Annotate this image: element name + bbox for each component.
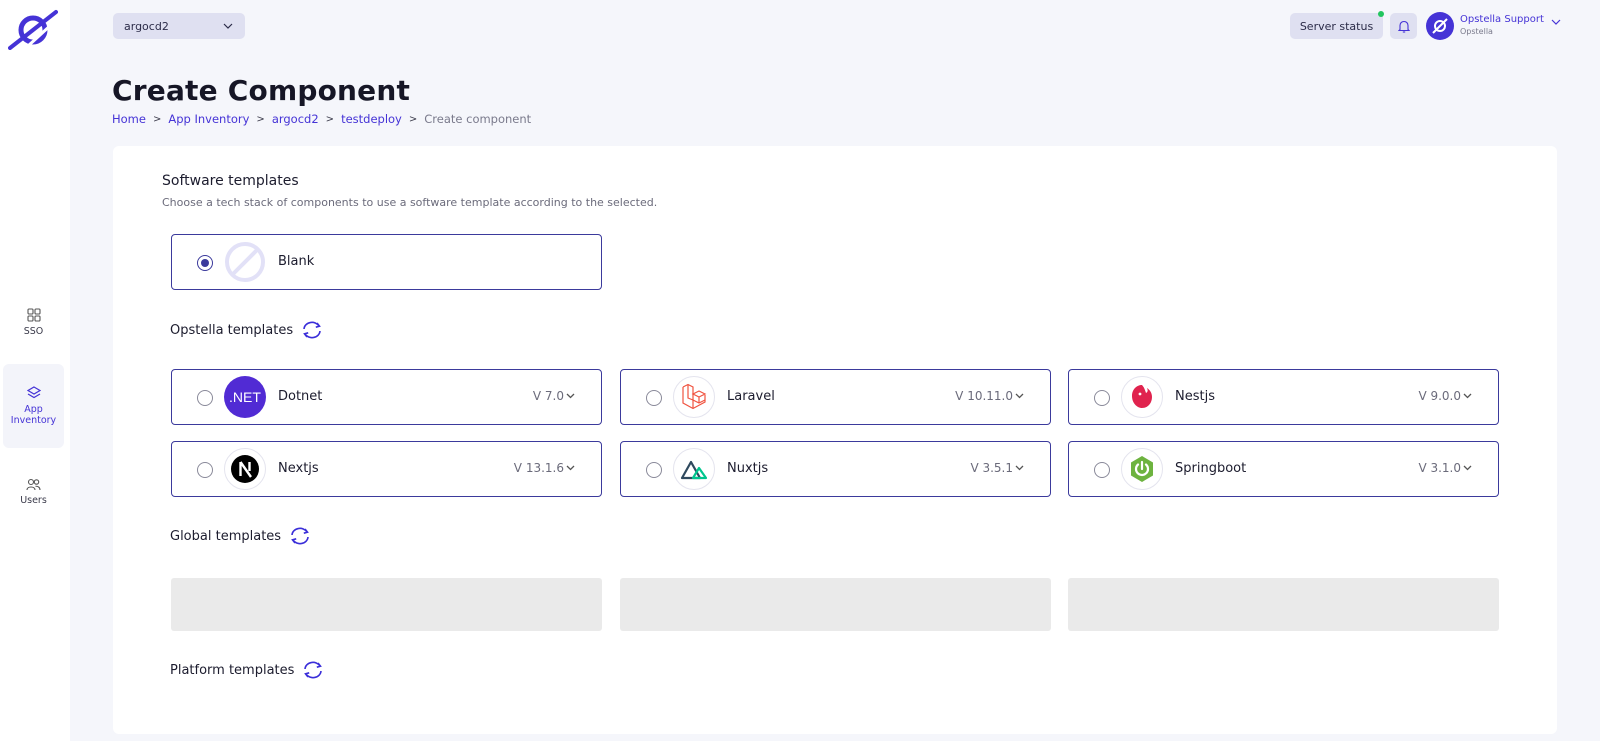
- software-templates-title: Software templates: [162, 173, 299, 189]
- server-status-button[interactable]: Server status: [1290, 13, 1383, 39]
- environment-select[interactable]: argocd2: [113, 13, 245, 39]
- nextjs-icon: [224, 448, 266, 490]
- chevron-down-icon: [1463, 393, 1472, 399]
- template-name: Nextjs: [278, 461, 319, 476]
- template-option-laravel[interactable]: Laravel V 10.11.0: [620, 369, 1051, 425]
- version-select[interactable]: V 9.0.0: [1418, 389, 1472, 403]
- version-select[interactable]: V 10.11.0: [955, 389, 1024, 403]
- chevron-down-icon: [566, 465, 575, 471]
- template-name: Nuxtjs: [727, 461, 769, 476]
- chevron-down-icon: [1015, 465, 1024, 471]
- avatar: [1426, 12, 1454, 40]
- loading-skeleton: [1068, 578, 1499, 631]
- software-templates-description: Choose a tech stack of components to use…: [162, 196, 658, 209]
- template-option-springboot[interactable]: Springboot V 3.1.0: [1068, 441, 1499, 497]
- template-option-nextjs[interactable]: Nextjs V 13.1.6: [171, 441, 602, 497]
- version-select[interactable]: V 3.1.0: [1418, 461, 1472, 475]
- template-name: Nestjs: [1175, 389, 1215, 404]
- template-option-nestjs[interactable]: Nestjs V 9.0.0: [1068, 369, 1499, 425]
- template-name: Dotnet: [278, 389, 323, 404]
- page-title: Create Component: [112, 74, 411, 107]
- springboot-icon: [1121, 448, 1163, 490]
- template-radio[interactable]: [197, 255, 213, 271]
- sidebar-item-label: Users: [20, 495, 47, 506]
- breadcrumb-separator: >: [408, 113, 418, 125]
- chevron-down-icon: [1015, 393, 1024, 399]
- global-templates-title: Global templates: [170, 528, 282, 544]
- user-menu[interactable]: Opstella Support Opstella: [1426, 11, 1561, 41]
- breadcrumb-home[interactable]: Home: [112, 112, 146, 126]
- status-indicator-dot: [1378, 11, 1384, 17]
- template-name: Springboot: [1175, 461, 1247, 476]
- template-name: Blank: [278, 254, 315, 269]
- server-status-label: Server status: [1299, 19, 1374, 33]
- sidebar: SSO App Inventory Users: [0, 0, 70, 741]
- global-templates-heading: Global templates: [170, 526, 312, 546]
- refresh-icon[interactable]: [288, 526, 312, 546]
- sidebar-item-app-inventory[interactable]: App Inventory: [3, 364, 64, 448]
- opstella-templates-heading: Opstella templates: [170, 320, 324, 340]
- chevron-down-icon: [1551, 19, 1561, 25]
- breadcrumb-testdeploy[interactable]: testdeploy: [341, 112, 402, 126]
- template-option-dotnet[interactable]: .NET Dotnet V 7.0: [171, 369, 602, 425]
- breadcrumb-separator: >: [325, 113, 335, 125]
- nuxtjs-icon: [673, 448, 715, 490]
- blank-icon: [224, 241, 266, 283]
- opstella-templates-title: Opstella templates: [170, 322, 294, 338]
- template-radio[interactable]: [646, 462, 662, 478]
- template-option-nuxtjs[interactable]: Nuxtjs V 3.5.1: [620, 441, 1051, 497]
- opstella-logo[interactable]: [8, 8, 58, 50]
- version-select[interactable]: V 7.0: [533, 389, 575, 403]
- chevron-down-icon: [566, 393, 575, 399]
- loading-skeleton: [171, 578, 602, 631]
- template-radio[interactable]: [197, 462, 213, 478]
- breadcrumb-separator: >: [256, 113, 265, 125]
- breadcrumb: Home > App Inventory > argocd2 > testdep…: [112, 112, 531, 126]
- refresh-icon[interactable]: [301, 660, 325, 680]
- template-radio[interactable]: [197, 390, 213, 406]
- template-radio[interactable]: [1094, 462, 1110, 478]
- breadcrumb-separator: >: [152, 113, 162, 125]
- template-radio[interactable]: [646, 390, 662, 406]
- laravel-icon: [673, 376, 715, 418]
- breadcrumb-app-inventory[interactable]: App Inventory: [168, 112, 249, 126]
- refresh-icon[interactable]: [300, 320, 324, 340]
- platform-templates-heading: Platform templates: [170, 660, 325, 680]
- breadcrumb-argocd2[interactable]: argocd2: [272, 112, 319, 126]
- version-select[interactable]: V 13.1.6: [514, 461, 575, 475]
- chevron-down-icon: [223, 23, 233, 29]
- environment-value: argocd2: [124, 19, 169, 33]
- nestjs-icon: [1121, 376, 1163, 418]
- grid-icon: [26, 307, 41, 322]
- version-select[interactable]: V 3.5.1: [970, 461, 1024, 475]
- loading-skeleton: [620, 578, 1051, 631]
- sidebar-item-users[interactable]: Users: [3, 470, 64, 514]
- template-option-blank[interactable]: Blank: [171, 234, 602, 290]
- breadcrumb-current: Create component: [424, 112, 532, 126]
- template-radio[interactable]: [1094, 390, 1110, 406]
- sidebar-item-sso[interactable]: SSO: [3, 300, 64, 344]
- chevron-down-icon: [1463, 465, 1472, 471]
- sidebar-item-label: SSO: [23, 325, 44, 337]
- layers-icon: [26, 386, 41, 399]
- template-name: Laravel: [727, 389, 775, 404]
- user-name: Opstella Support: [1460, 14, 1544, 25]
- platform-templates-title: Platform templates: [170, 662, 295, 678]
- users-icon: [26, 478, 41, 491]
- notifications-button[interactable]: [1390, 13, 1417, 39]
- user-organization: Opstella: [1460, 27, 1493, 36]
- bell-icon: [1397, 20, 1410, 33]
- dotnet-icon: .NET: [224, 376, 266, 418]
- sidebar-item-label: App Inventory: [10, 404, 57, 426]
